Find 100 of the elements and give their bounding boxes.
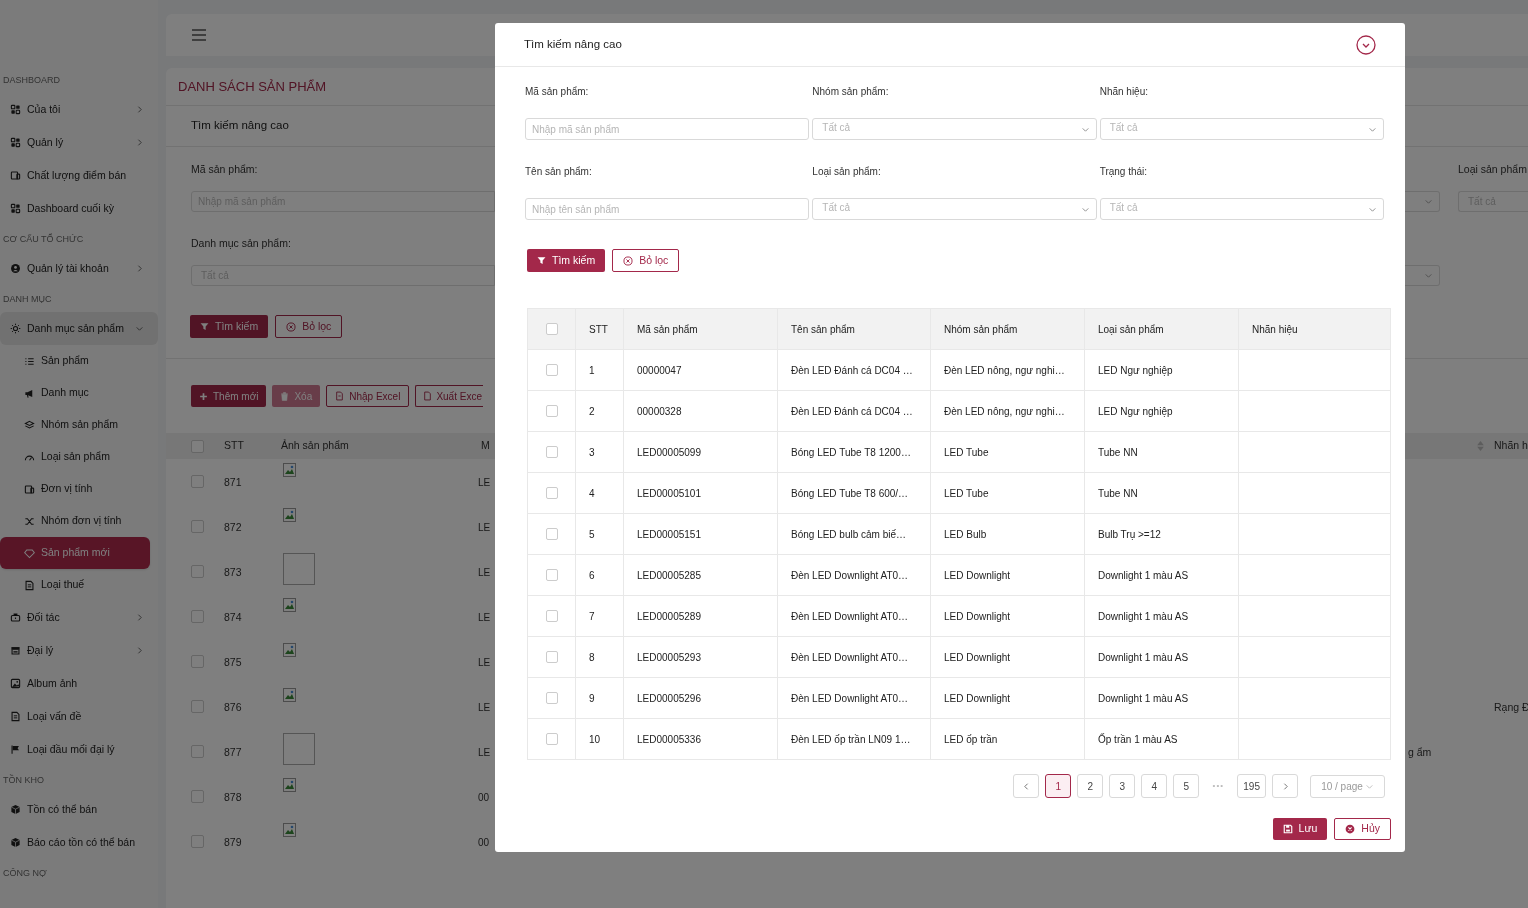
sidebar-item[interactable]: Dashboard cuối kỳ (0, 192, 158, 225)
sidebar-item[interactable]: Chất lượng điểm bán (0, 159, 158, 192)
checkbox[interactable] (545, 733, 558, 745)
button[interactable]: Bỏ lọc (275, 315, 343, 338)
checkbox[interactable] (545, 446, 558, 458)
checkbox[interactable] (191, 520, 204, 533)
button[interactable]: Tìm kiếm (527, 249, 606, 272)
sidebar-item[interactable]: Đại lý (0, 634, 158, 667)
sidebar-item[interactable]: Loại sản phẩm (0, 441, 158, 473)
sidebar-item[interactable]: Loại đầu mối đại lý (0, 733, 158, 766)
previous-page-button[interactable] (1013, 774, 1040, 798)
checkbox[interactable] (191, 700, 204, 713)
modal-title: Tìm kiếm nâng cao (524, 36, 622, 52)
checkbox[interactable] (545, 610, 558, 622)
input-field[interactable]: Nhập mã sản phẩm (525, 118, 810, 140)
page-button[interactable]: 1 (1045, 774, 1072, 798)
section-title: CÔNG NỢ (2, 867, 48, 881)
shuffle-icon (24, 515, 35, 527)
page-button[interactable]: 4 (1141, 774, 1168, 798)
button[interactable]: Xuất Exce (415, 385, 483, 407)
clear-icon (623, 255, 634, 266)
table-cell: 872 (224, 521, 242, 533)
checkbox[interactable] (191, 745, 204, 758)
table-cell-text: LED00005296 (637, 691, 701, 706)
page-size-select[interactable]: 10 / page (1310, 774, 1385, 798)
sidebar-item[interactable]: Loại thuế (0, 569, 158, 601)
sidebar-item[interactable]: Tồn có thể bán (0, 793, 158, 826)
table-cell-text: Downlight 1 màu AS (1098, 691, 1189, 706)
next-page-button[interactable] (1272, 774, 1298, 798)
image-placeholder (283, 733, 315, 765)
page-button[interactable]: 3 (1109, 774, 1136, 798)
table-cell-text: 2 (589, 404, 595, 419)
sidebar-item[interactable]: Báo cáo tồn có thể bán (0, 826, 158, 859)
button[interactable]: Lưu (1272, 818, 1328, 840)
table-cell-text: LED00005289 (637, 609, 701, 624)
chevron-circle-icon[interactable] (1356, 34, 1376, 55)
sidebar-item[interactable]: Danh mục sản phẩm (0, 312, 158, 345)
checkbox[interactable] (191, 655, 204, 668)
checkbox[interactable] (191, 565, 204, 578)
sidebar-item[interactable]: Của tôi (0, 93, 158, 126)
column-header: STT (224, 439, 244, 452)
ellipsis: ••• (1211, 780, 1225, 792)
checkbox[interactable] (191, 790, 204, 803)
table-cell: LE (478, 477, 491, 488)
checkbox[interactable] (545, 487, 558, 499)
table-cell-text: Bulb Trụ >=12 (1098, 527, 1161, 542)
checkbox[interactable] (545, 569, 558, 581)
field-label: Nhãn hiệu: (1099, 84, 1149, 99)
sidebar-item[interactable]: Nhóm đơn vị tính (0, 505, 158, 537)
table-cell-text: LED Tube (944, 486, 989, 501)
page-button[interactable]: 5 (1173, 774, 1200, 798)
checkbox[interactable] (545, 405, 558, 417)
page-title: DANH SÁCH SẢN PHẨM (178, 77, 327, 96)
column-header: Mã sản phẩm (637, 322, 698, 337)
sidebar-item[interactable]: Đơn vị tính (0, 473, 158, 505)
sidebar-item[interactable]: Danh mục (0, 377, 158, 409)
checkbox[interactable] (191, 439, 204, 453)
checkbox[interactable] (191, 610, 204, 623)
input-field[interactable]: Nhập tên sản phẩm (525, 198, 810, 220)
table-cell-text: LED00005099 (637, 445, 701, 460)
table-cell: LE (478, 522, 491, 533)
image-icon (10, 678, 21, 689)
sidebar-item[interactable]: Quản lý (0, 126, 158, 159)
chevron-left-icon (1021, 781, 1031, 791)
checkbox[interactable] (545, 323, 558, 335)
button[interactable]: Thêm mới (191, 385, 267, 407)
flag-icon (10, 744, 21, 755)
page-button[interactable]: 195 (1237, 774, 1266, 798)
button[interactable]: Hủy (1334, 818, 1391, 840)
sidebar-item[interactable]: Sản phẩm mới (0, 537, 150, 569)
table-cell-text: LED Downlight (944, 691, 1011, 706)
sidebar-item[interactable]: Quản lý tài khoản (0, 252, 158, 285)
checkbox[interactable] (545, 692, 558, 704)
menu-icon[interactable] (192, 29, 206, 41)
button[interactable]: Bỏ lọc (612, 249, 680, 272)
checkbox[interactable] (545, 528, 558, 540)
column-header: Nhóm sản phẩm (944, 322, 1018, 337)
sidebar-item[interactable]: Đối tác (0, 601, 158, 634)
checkbox[interactable] (545, 364, 558, 376)
grid-icon (10, 203, 21, 214)
checkbox[interactable] (191, 475, 204, 488)
sun-icon (10, 323, 21, 334)
sidebar-item[interactable]: Album ảnh (0, 667, 158, 700)
broken-image-icon (283, 643, 296, 657)
cancel-icon (1345, 824, 1356, 834)
button[interactable]: Tìm kiếm (190, 315, 269, 338)
page-button[interactable]: 2 (1077, 774, 1104, 798)
button[interactable]: Nhập Excel (326, 385, 410, 407)
devices-icon (10, 170, 21, 181)
image-placeholder (283, 553, 315, 585)
column-header: Nhãn h (1494, 439, 1528, 452)
checkbox[interactable] (545, 651, 558, 663)
table-cell: LE (478, 747, 491, 758)
sidebar-item[interactable]: Nhóm sản phẩm (0, 409, 158, 441)
sidebar-item[interactable]: Sản phẩm (0, 345, 158, 377)
layers-icon (24, 419, 35, 431)
column-header: Nhãn hiệu (1252, 322, 1298, 337)
checkbox[interactable] (191, 835, 204, 848)
table-cell: 877 (224, 746, 242, 758)
sidebar-item[interactable]: Loại vấn đề (0, 700, 158, 733)
